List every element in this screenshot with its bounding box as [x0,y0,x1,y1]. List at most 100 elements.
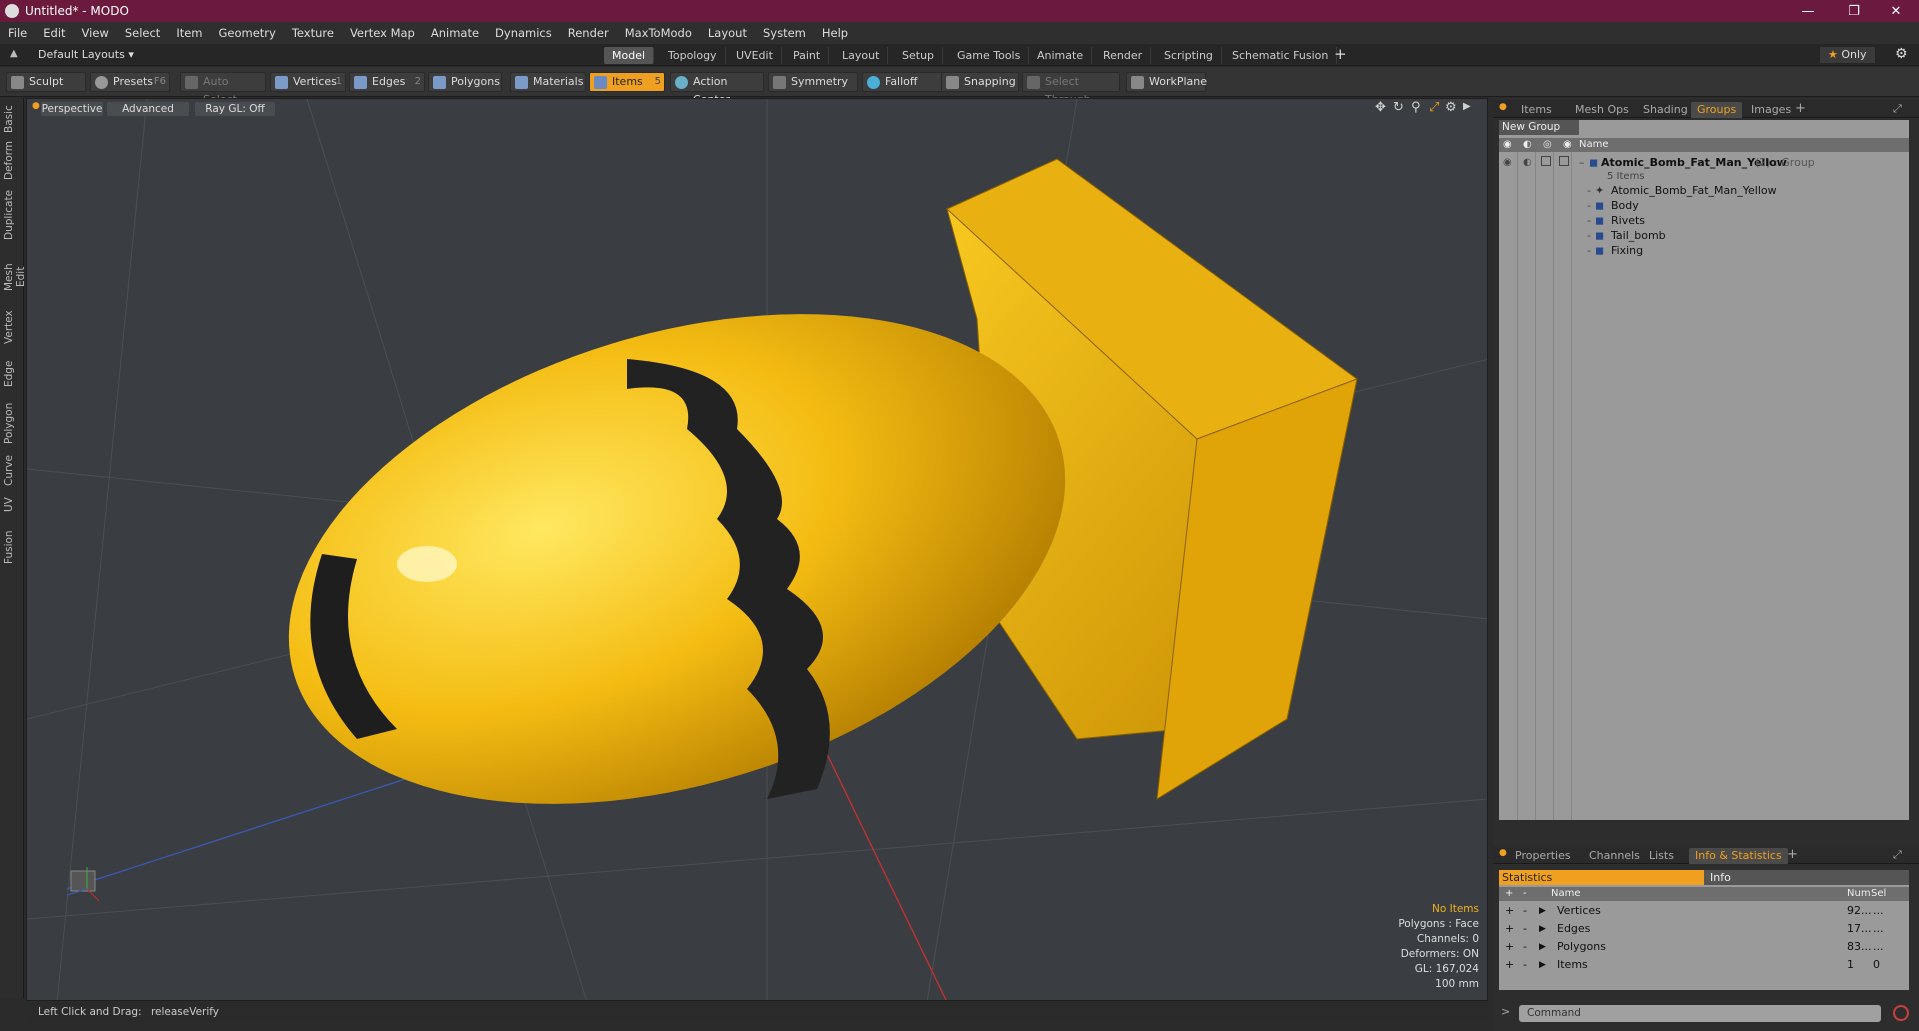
add-panel-tab-icon[interactable]: + [1795,101,1806,116]
select-through-button[interactable]: Select Through [1022,72,1120,106]
menu-animate[interactable]: Animate [423,26,487,40]
menu-dynamics[interactable]: Dynamics [487,26,560,40]
3d-viewport[interactable]: ● Perspective Advanced Ray GL: Off ✥ ↻ ⚲… [26,98,1488,1001]
expand-all-icon[interactable]: + [1505,887,1513,901]
default-layouts-dropdown[interactable]: Default Layouts ▾ [38,48,134,61]
minimize-icon[interactable]: — [1785,0,1831,22]
vtab-curve[interactable]: Curve [3,455,21,486]
workplane-button[interactable]: WorkPlane [1126,72,1207,92]
symmetry-button[interactable]: Symmetry [768,72,858,92]
vtab-edge[interactable]: Edge [3,360,21,388]
menu-geometry[interactable]: Geometry [211,26,284,40]
triangle-icon[interactable]: ▶ [1539,902,1546,920]
new-group-button[interactable]: New Group [1499,120,1579,135]
tab-groups[interactable]: Groups [1691,102,1743,118]
menu-file[interactable]: File [0,26,35,40]
menu-select[interactable]: Select [117,26,168,40]
action-center-button[interactable]: Action Center [670,72,764,106]
panel-dot-icon[interactable]: ● [1499,848,1507,858]
tab-channels[interactable]: Channels [1583,848,1646,864]
stats-row[interactable]: + - ▶ Items 1 0 [1499,956,1909,974]
polygons-button[interactable]: Polygons [428,72,502,92]
tab-uvedit[interactable]: UVEdit [728,47,782,64]
tab-layout[interactable]: Layout [834,47,889,64]
falloff-button[interactable]: Falloff [862,72,946,92]
triangle-icon[interactable]: ▶ [1539,938,1546,956]
stats-row[interactable]: + - ▶ Vertices 92... ... [1499,902,1909,920]
menu-view[interactable]: View [74,26,117,40]
snapping-button[interactable]: Snapping [941,72,1019,92]
viewport-dot-icon[interactable]: ● [32,101,40,111]
add-tab-icon[interactable]: + [1334,45,1347,63]
raygl-button[interactable]: Ray GL: Off [195,102,275,116]
expand-panel-icon[interactable]: ⤢ [1893,848,1902,862]
vtab-mesh-edit[interactable]: Mesh Edit [3,254,27,300]
select-checkbox[interactable] [1559,156,1569,166]
gear-icon[interactable]: ⚙ [1895,46,1908,62]
auto-select-button[interactable]: Auto Select [180,72,266,106]
vtab-uv[interactable]: UV [3,496,21,514]
vtab-deform[interactable]: Deform [3,141,21,180]
tab-shading[interactable]: Shading [1637,102,1694,118]
tab-setup[interactable]: Setup [894,47,944,64]
sculpt-button[interactable]: Sculpt [6,72,86,92]
vtab-basic[interactable]: Basic [3,104,21,134]
move-view-icon[interactable]: ✥ [1375,100,1386,115]
close-icon[interactable]: ✕ [1873,0,1919,22]
menu-edit[interactable]: Edit [35,26,73,40]
panel-dot-icon[interactable]: ● [1499,102,1507,112]
menu-texture[interactable]: Texture [284,26,342,40]
tab-animate[interactable]: Animate [1029,47,1093,64]
add-panel-tab-icon[interactable]: + [1787,847,1798,862]
tab-model[interactable]: Model [604,47,655,64]
layout-up-icon[interactable]: ▲ [10,48,18,59]
zoom-view-icon[interactable]: ⚲ [1411,100,1421,115]
tab-render[interactable]: Render [1095,47,1152,64]
tab-topology[interactable]: Topology [660,47,726,64]
tab-lists[interactable]: Lists [1643,848,1680,864]
tab-game-tools[interactable]: Game Tools [949,47,1030,64]
rotate-view-icon[interactable]: ↻ [1393,100,1404,115]
tab-paint[interactable]: Paint [785,47,830,64]
record-icon[interactable] [1893,1005,1909,1021]
menu-system[interactable]: System [755,26,814,40]
only-toggle[interactable]: ★ Only [1820,47,1875,63]
presets-button[interactable]: Presets F6 [90,72,170,92]
restore-icon[interactable]: ❐ [1831,0,1877,22]
expand-icon[interactable]: + [1505,956,1514,974]
collapse-all-icon[interactable]: - [1523,887,1527,901]
stats-row[interactable]: + - ▶ Polygons 83... ... [1499,938,1909,956]
edges-button[interactable]: Edges 2 [349,72,425,92]
expand-icon[interactable]: + [1505,920,1514,938]
tab-images[interactable]: Images [1745,102,1797,118]
items-button[interactable]: Items 5 [589,72,665,92]
viewport-settings-icon[interactable]: ⚙ [1445,100,1457,115]
command-input[interactable]: Command [1519,1005,1881,1022]
statistics-tab[interactable]: Statistics [1499,870,1704,885]
lock-checkbox[interactable] [1541,156,1551,166]
tab-scripting[interactable]: Scripting [1156,47,1222,64]
advanced-button[interactable]: Advanced [107,102,189,116]
collapse-icon[interactable]: - [1523,920,1527,938]
collapse-icon[interactable]: - [1523,956,1527,974]
menu-maxtomodo[interactable]: MaxToModo [617,26,700,40]
tab-items[interactable]: Items [1515,102,1558,118]
vertices-button[interactable]: Vertices 1 [270,72,346,92]
tab-info-statistics[interactable]: Info & Statistics [1689,848,1788,864]
vtab-duplicate[interactable]: Duplicate [3,190,21,240]
menu-item[interactable]: Item [168,26,210,40]
menu-render[interactable]: Render [560,26,617,40]
materials-button[interactable]: Materials [510,72,586,92]
expand-icon[interactable]: + [1505,938,1514,956]
vtab-polygon[interactable]: Polygon [3,402,21,444]
group-child-row[interactable]: - ◼ Fixing [1499,242,1909,260]
info-tab[interactable]: Info [1704,870,1909,885]
fit-view-icon[interactable]: ⤢ [1429,100,1439,115]
triangle-icon[interactable]: ▶ [1539,956,1546,974]
perspective-button[interactable]: Perspective [41,102,103,116]
tab-schematic-fusion[interactable]: Schematic Fusion [1224,47,1338,64]
collapse-icon[interactable]: - [1523,902,1527,920]
tab-properties[interactable]: Properties [1509,848,1577,864]
vtab-fusion[interactable]: Fusion [3,530,21,564]
expand-icon[interactable]: + [1505,902,1514,920]
